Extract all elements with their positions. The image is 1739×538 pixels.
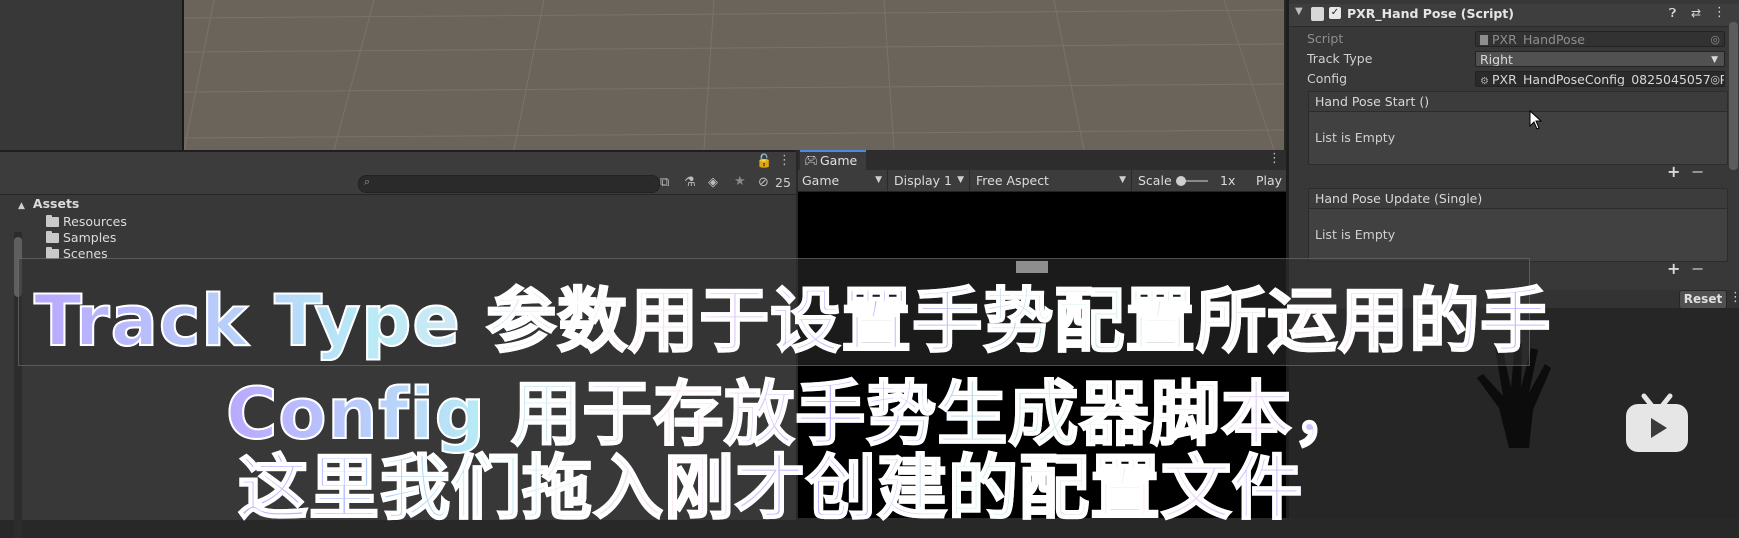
mouse-cursor-icon: [1529, 110, 1543, 130]
add-listener-button[interactable]: +: [1667, 162, 1680, 181]
scale-slider-handle[interactable]: [1176, 176, 1186, 186]
folder-item[interactable]: Resources: [46, 214, 127, 230]
chevron-down-icon: ▼: [1711, 55, 1718, 65]
label-icon[interactable]: ◈: [708, 175, 718, 190]
help-icon[interactable]: ❓︎: [1669, 6, 1676, 21]
hidden-count: 25: [775, 175, 791, 190]
folder-icon: [46, 215, 59, 227]
tab-game[interactable]: 🎮︎ Game: [800, 150, 866, 170]
config-label: Config: [1307, 71, 1348, 86]
video-player-logo-icon: [1626, 393, 1688, 452]
more-options-icon[interactable]: ⋮: [778, 153, 791, 168]
caption-line-1: Track Type 参数用于设置手势配置所运用的手: [33, 265, 1551, 366]
chevron-down-icon: ▼: [1119, 175, 1126, 185]
script-field: PXR_HandPose ◎: [1475, 31, 1725, 47]
hand-pose-start-event: Hand Pose Start () List is Empty: [1308, 91, 1728, 165]
component-header[interactable]: ▼ ✓ PXR_Hand Pose (Script) ❓︎ ⇄ ⋮: [1289, 4, 1739, 27]
folder-item[interactable]: Samples: [46, 230, 116, 246]
folder-icon: [46, 231, 59, 243]
hand-pose-update-event: Hand Pose Update (Single) List is Empty: [1308, 188, 1728, 262]
search-icon: ⌕: [364, 175, 371, 188]
presets-icon[interactable]: ⇄: [1691, 6, 1701, 20]
game-tab-bar: 🎮︎ Game ⋮: [798, 150, 1286, 170]
display-select[interactable]: Display 1 ▼: [890, 170, 970, 191]
object-picker-icon[interactable]: ◎: [1710, 32, 1720, 46]
project-toolbar: ⌕ ⧉ ⚗ ◈ ★ ⊘ 25: [0, 172, 796, 195]
event-title: Hand Pose Start (): [1309, 92, 1727, 112]
view-select[interactable]: Game ▼: [798, 170, 888, 191]
filter-type-icon[interactable]: ⚗: [684, 175, 696, 190]
track-type-dropdown[interactable]: Right ▼: [1475, 51, 1725, 67]
track-type-label: Track Type: [1307, 51, 1373, 66]
search-input[interactable]: ⌕: [358, 175, 660, 193]
enabled-checkbox[interactable]: ✓: [1329, 7, 1341, 19]
script-label: Script: [1307, 31, 1344, 46]
lock-icon[interactable]: 🔓: [756, 154, 772, 169]
script-icon: [1311, 7, 1324, 21]
chevron-down-icon: ▼: [875, 175, 882, 185]
favorite-star-icon[interactable]: ★: [734, 174, 746, 189]
component-title: PXR_Hand Pose (Script): [1347, 6, 1514, 21]
more-options-icon[interactable]: ⋮: [1729, 290, 1739, 305]
aspect-select[interactable]: Free Aspect ▼: [972, 170, 1132, 191]
scale-control: Scale 1x: [1138, 173, 1236, 188]
add-listener-button[interactable]: +: [1667, 259, 1680, 278]
event-empty-text: List is Empty: [1315, 130, 1396, 145]
script-file-icon: [1480, 35, 1488, 45]
event-empty-text: List is Empty: [1315, 227, 1396, 242]
remove-listener-button[interactable]: −: [1691, 162, 1704, 181]
search-by-type-icon[interactable]: ⧉: [660, 175, 669, 190]
chevron-down-icon: ▼: [957, 175, 964, 185]
scene-view[interactable]: [184, 0, 1284, 150]
asset-icon: ⚙: [1480, 76, 1489, 87]
foldout-arrow-icon[interactable]: ▼: [1295, 6, 1303, 17]
remove-listener-button[interactable]: −: [1691, 259, 1704, 278]
component-menu-icon[interactable]: ⋮: [1713, 5, 1726, 20]
gamepad-icon: 🎮︎: [804, 154, 818, 167]
object-picker-icon[interactable]: ◎: [1710, 72, 1720, 86]
config-object-field[interactable]: ⚙ PXR_HandPoseConfig_0825045057 (P ◎: [1475, 71, 1725, 87]
project-panel-header: 🔓 ⋮: [0, 152, 796, 172]
event-title: Hand Pose Update (Single): [1309, 189, 1727, 209]
game-toolbar: Game ▼ Display 1 ▼ Free Aspect ▼ Scale 1x P…: [798, 170, 1286, 192]
scene-grid: [184, 0, 1284, 150]
inspector-scrollbar[interactable]: [1729, 22, 1738, 170]
collapse-arrow-icon[interactable]: ▲: [18, 201, 25, 211]
reset-button[interactable]: Reset: [1679, 290, 1727, 309]
assets-root[interactable]: ▲ Assets: [18, 196, 79, 212]
hidden-packages-icon[interactable]: ⊘: [758, 175, 769, 190]
more-options-icon[interactable]: ⋮: [1268, 151, 1281, 166]
play-mode-select[interactable]: Play: [1252, 170, 1288, 191]
hierarchy-panel: [0, 0, 184, 150]
